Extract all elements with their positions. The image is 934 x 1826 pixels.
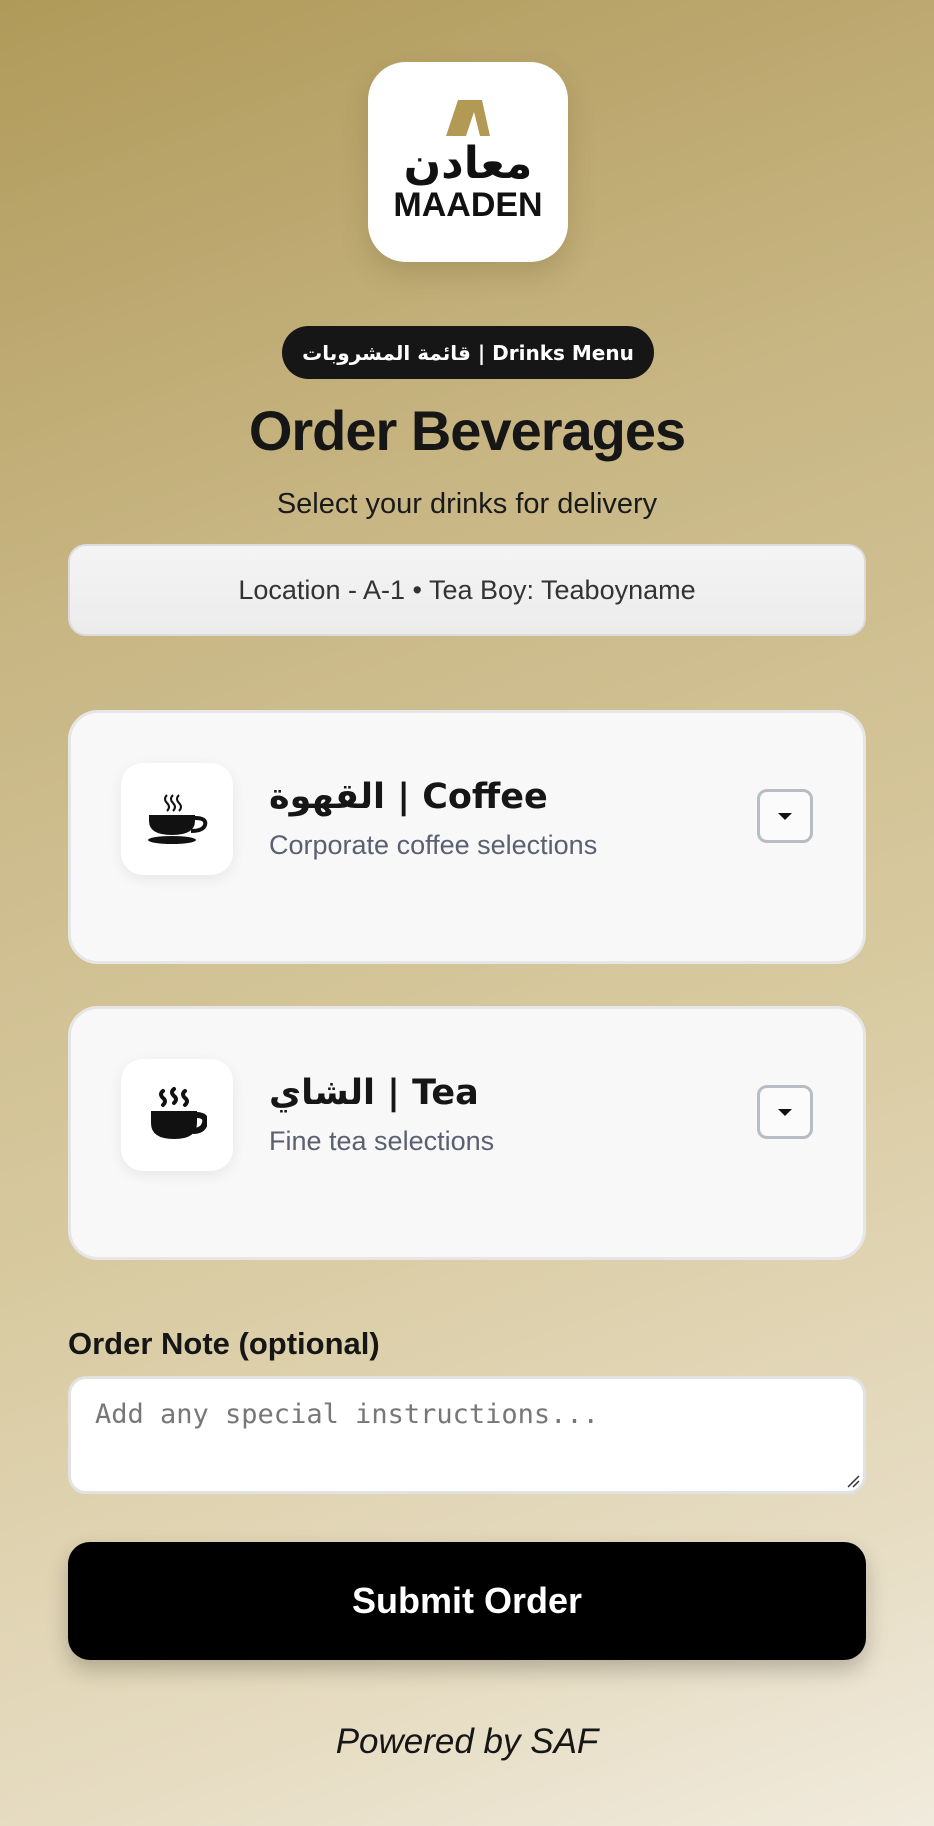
expand-tea-button[interactable] <box>757 1085 813 1139</box>
tea-cup-icon <box>151 1087 207 1139</box>
maaden-logo: معادن MAADEN <box>368 62 568 262</box>
chevron-down-icon <box>778 812 792 820</box>
category-card-coffee[interactable]: القهوة | Coffee Corporate coffee selecti… <box>68 710 866 964</box>
expand-coffee-button[interactable] <box>757 789 813 843</box>
drinks-menu-badge: قائمة المشروبات | Drinks Menu <box>282 326 654 379</box>
maaden-logo-mark-icon <box>446 100 490 136</box>
category-card-tea[interactable]: الشاي | Tea Fine tea selections <box>68 1006 866 1260</box>
drinks-order-page: معادن MAADEN قائمة المشروبات | Drinks Me… <box>0 0 934 1826</box>
tea-icon-box <box>121 1059 233 1171</box>
order-note-label: Order Note (optional) <box>68 1326 380 1361</box>
submit-order-button[interactable]: Submit Order <box>68 1542 866 1660</box>
category-title-tea: الشاي | Tea <box>269 1073 479 1113</box>
order-note-field[interactable] <box>68 1376 866 1494</box>
coffee-icon-box <box>121 763 233 875</box>
logo-arabic-text: معادن <box>403 138 533 189</box>
category-description-coffee: Corporate coffee selections <box>269 830 598 860</box>
chevron-down-icon <box>778 1108 792 1116</box>
category-description-tea: Fine tea selections <box>269 1126 495 1156</box>
page-subtitle: Select your drinks for delivery <box>276 488 658 520</box>
location-info: Location - A-1 • Tea Boy: Teaboyname <box>68 544 866 636</box>
coffee-cup-icon <box>148 794 208 844</box>
logo-latin-text: MAADEN <box>393 186 543 224</box>
powered-by-footer: Powered by SAF <box>335 1722 599 1761</box>
category-title-coffee: القهوة | Coffee <box>269 777 548 817</box>
resize-grip-icon[interactable] <box>846 1474 860 1488</box>
page-title: Order Beverages <box>248 399 686 462</box>
